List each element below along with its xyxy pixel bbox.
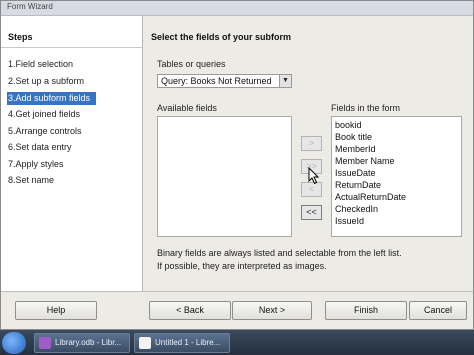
form-fields-label: Fields in the form (331, 103, 401, 113)
window-title: Form Wizard (7, 2, 53, 11)
step-set-data-entry[interactable]: 6.Set data entry (8, 141, 118, 154)
step-apply-styles[interactable]: 7.Apply styles (8, 158, 118, 171)
list-item[interactable]: ReturnDate (335, 180, 381, 190)
back-button[interactable]: < Back (149, 301, 231, 320)
list-item[interactable]: CheckedIn (335, 204, 378, 214)
step-set-up-subform[interactable]: 2.Set up a subform (8, 75, 118, 88)
step-field-selection[interactable]: 1.Field selection (8, 58, 118, 71)
steps-title: Steps (8, 32, 33, 42)
taskbar-item-untitled[interactable]: Untitled 1 - Libre... (134, 333, 230, 353)
list-item[interactable]: Member Name (335, 156, 395, 166)
available-fields-list[interactable] (157, 116, 292, 237)
step-set-name[interactable]: 8.Set name (8, 174, 118, 187)
binary-fields-note: Binary fields are always listed and sele… (157, 248, 402, 258)
step-arrange-controls[interactable]: 5.Arrange controls (8, 125, 118, 138)
step-get-joined-fields[interactable]: 4.Get joined fields (8, 108, 118, 121)
cancel-button[interactable]: Cancel (409, 301, 467, 320)
dropdown-arrow-icon[interactable]: ▼ (279, 75, 291, 87)
list-item[interactable]: MemberId (335, 144, 376, 154)
tables-dropdown[interactable]: Query: Books Not Returned ▼ (157, 74, 292, 88)
available-fields-label: Available fields (157, 103, 217, 113)
form-wizard-window: Form Wizard Steps 1.Field selection 2.Se… (0, 0, 474, 330)
mouse-pointer-icon (308, 167, 320, 185)
taskbar-item-label: Untitled 1 - Libre... (155, 338, 221, 347)
remove-all-fields-button[interactable]: << (301, 205, 322, 220)
start-button-icon[interactable] (2, 332, 26, 354)
list-item[interactable]: IssueId (335, 216, 364, 226)
document-icon (139, 337, 151, 349)
base-app-icon (39, 337, 51, 349)
list-item[interactable]: IssueDate (335, 168, 376, 178)
page-heading: Select the fields of your subform (151, 32, 292, 42)
taskbar-item-library-odb[interactable]: Library.odb - Libr... (34, 333, 130, 353)
list-item[interactable]: Book title (335, 132, 372, 142)
button-divider (1, 291, 473, 292)
list-item[interactable]: bookid (335, 120, 362, 130)
title-bar: Form Wizard (1, 1, 473, 16)
steps-divider (1, 47, 142, 48)
taskbar-item-label: Library.odb - Libr... (55, 338, 122, 347)
images-note: If possible, they are interpreted as ima… (157, 261, 327, 271)
steps-panel: Steps 1.Field selection 2.Set up a subfo… (1, 16, 143, 291)
wizard-content: Select the fields of your subform Tables… (143, 16, 473, 291)
finish-button[interactable]: Finish (325, 301, 407, 320)
tables-dropdown-value: Query: Books Not Returned (161, 76, 272, 86)
add-field-button[interactable]: > (301, 136, 322, 151)
help-button[interactable]: Help (15, 301, 97, 320)
list-item[interactable]: ActualReturnDate (335, 192, 406, 202)
next-button[interactable]: Next > (232, 301, 312, 320)
form-fields-list[interactable]: bookid Book title MemberId Member Name I… (331, 116, 462, 237)
step-add-subform-fields[interactable]: 3.Add subform fields (7, 92, 96, 105)
tables-label: Tables or queries (157, 59, 226, 69)
